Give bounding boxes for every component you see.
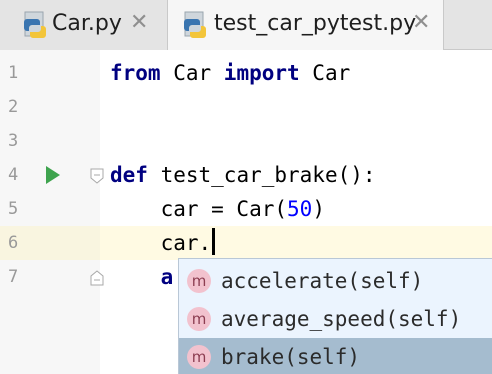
line-number: 3 xyxy=(8,131,19,151)
code-token: car = Car( xyxy=(110,197,288,221)
completion-label: average_speed(self) xyxy=(221,307,462,331)
completion-popup[interactable]: m accelerate(self) m average_speed(self)… xyxy=(178,258,492,374)
keyword: from xyxy=(110,61,161,85)
completion-label: brake(self) xyxy=(221,345,361,369)
code-token: car. xyxy=(110,231,212,255)
code-token: test_car_brake(): xyxy=(147,163,376,187)
close-icon[interactable]: ✕ xyxy=(130,10,148,35)
python-file-icon xyxy=(24,11,46,38)
code-text: def test_car_brake(): xyxy=(110,158,376,192)
code-line-4[interactable]: 4 def test_car_brake(): xyxy=(0,158,492,192)
method-icon: m xyxy=(187,269,211,293)
code-line-3[interactable]: 3 xyxy=(0,124,492,158)
line-number: 4 xyxy=(8,165,19,185)
tab-test-car-pytest-py[interactable]: test_car_pytest.py ✕ xyxy=(168,0,444,50)
code-line-2[interactable]: 2 xyxy=(0,90,492,124)
close-icon[interactable]: ✕ xyxy=(412,10,430,35)
run-test-icon[interactable] xyxy=(46,166,60,184)
code-token: Car xyxy=(160,61,224,85)
line-number: 5 xyxy=(8,199,19,219)
code-token: a xyxy=(110,265,174,289)
completion-item-accelerate[interactable]: m accelerate(self) xyxy=(179,262,492,300)
editor-tab-bar: Car.py ✕ test_car_pytest.py ✕ xyxy=(0,0,492,50)
keyword: import xyxy=(223,61,300,85)
code-token: Car xyxy=(299,61,351,85)
line-number: 7 xyxy=(8,267,19,287)
code-text: a xyxy=(110,260,174,294)
code-line-1[interactable]: 1 from Car import Car xyxy=(0,56,492,90)
completion-item-average-speed[interactable]: m average_speed(self) xyxy=(179,300,492,338)
method-icon: m xyxy=(187,345,211,369)
code-line-5[interactable]: 5 car = Car(50) xyxy=(0,192,492,226)
keyword: def xyxy=(110,163,148,187)
method-icon: m xyxy=(187,307,211,331)
code-line-6[interactable]: 6 car. xyxy=(0,226,492,260)
number-literal: 50 xyxy=(287,197,313,221)
line-number: 1 xyxy=(8,63,19,83)
code-text: car. xyxy=(110,226,216,260)
completion-item-brake[interactable]: m brake(self) xyxy=(179,338,492,374)
code-token: ) xyxy=(312,197,325,221)
line-number: 6 xyxy=(8,233,19,253)
line-number: 2 xyxy=(8,97,19,117)
python-file-icon xyxy=(184,11,206,38)
tab-car-py[interactable]: Car.py ✕ xyxy=(0,0,168,50)
text-cursor xyxy=(212,228,216,255)
tab-label: test_car_pytest.py xyxy=(214,11,417,36)
code-text: car = Car(50) xyxy=(110,192,325,226)
completion-label: accelerate(self) xyxy=(221,269,424,293)
fold-icon[interactable] xyxy=(90,168,104,184)
fold-end-icon[interactable] xyxy=(90,270,104,286)
tab-label: Car.py xyxy=(52,11,122,36)
code-text: from Car import Car xyxy=(110,56,350,90)
